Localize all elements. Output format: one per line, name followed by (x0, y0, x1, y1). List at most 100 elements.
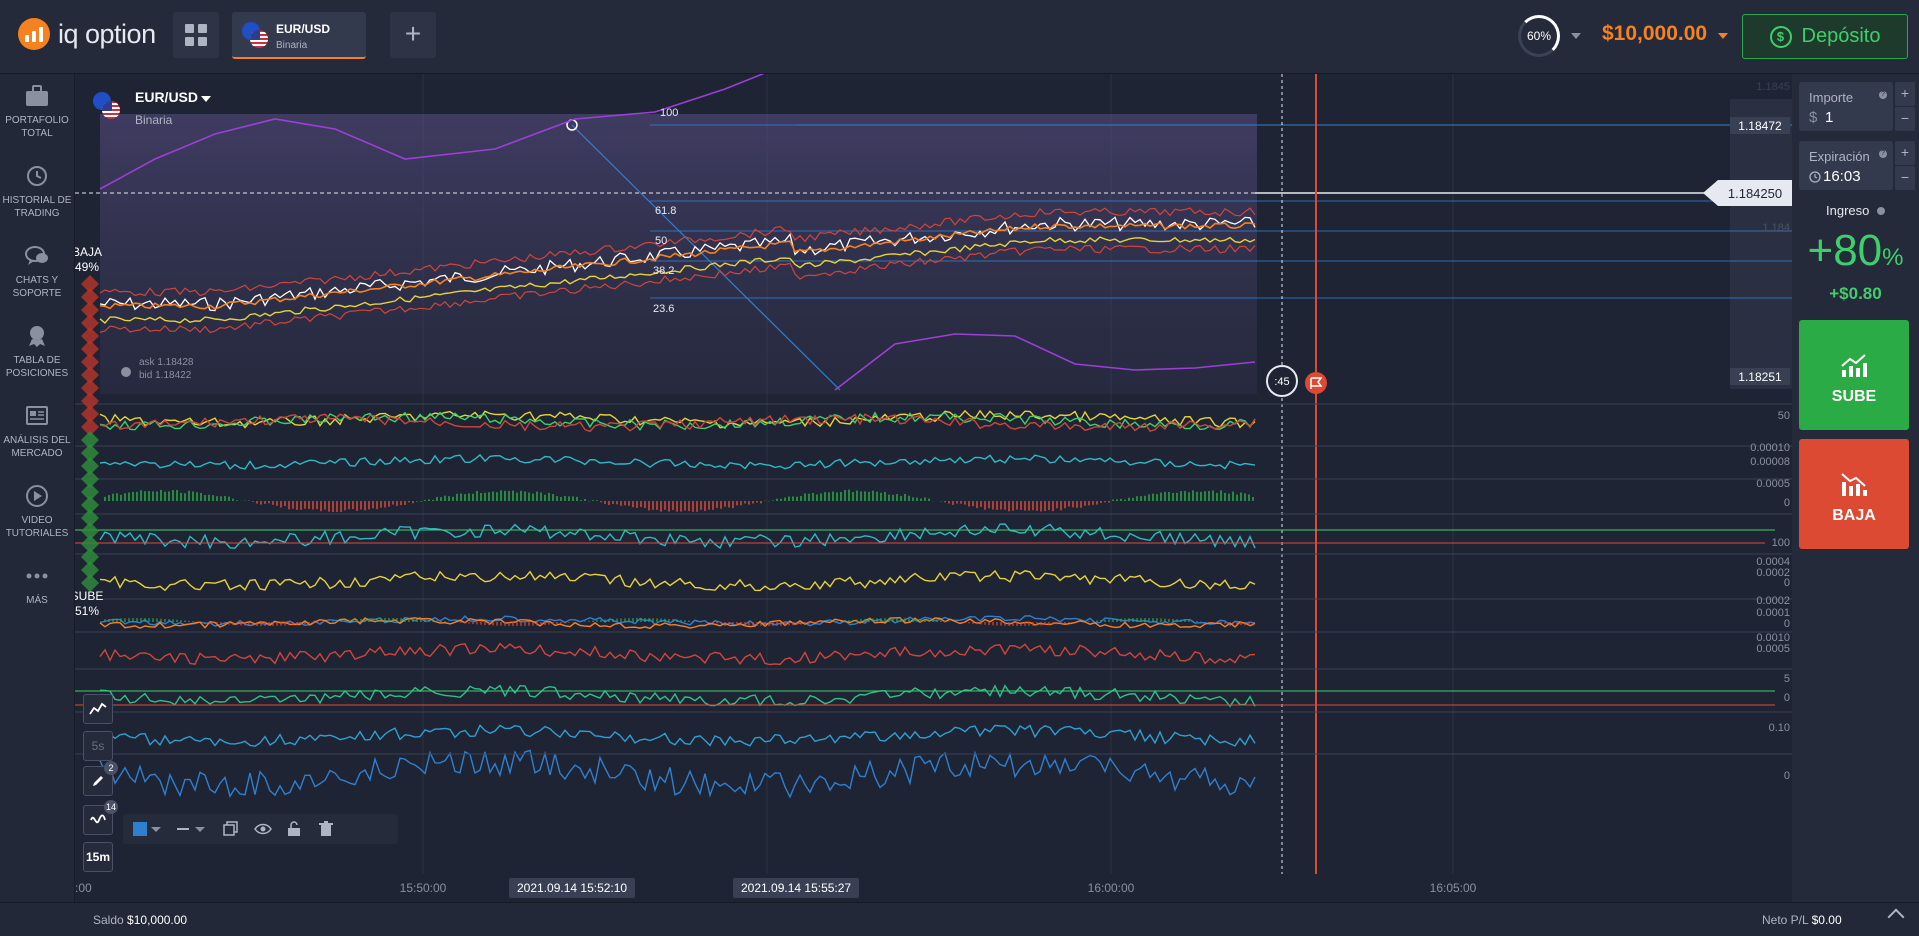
expiry-field[interactable]: Expiración ? 16:03 (1799, 141, 1893, 190)
help-icon[interactable]: ? (1879, 91, 1887, 99)
lock-icon[interactable] (287, 821, 301, 837)
indicator-axis-label: 0.00010 (1750, 442, 1790, 454)
indicator-axis-label: 0 (1784, 577, 1790, 589)
expiry-value: 16:03 (1823, 168, 1861, 185)
expiry-increment-button[interactable]: + (1895, 141, 1915, 165)
fib-level-label: 50 (655, 235, 667, 247)
timeframe-small-button[interactable]: 5s (83, 731, 113, 761)
chevron-up-icon[interactable] (1887, 908, 1905, 926)
left-sidebar: PORTAFOLIO TOTAL HISTORIAL DE TRADING CH… (0, 74, 75, 902)
payout-value: +80 (1807, 226, 1883, 275)
time-marker-end[interactable]: 2021.09.14 15:55:27 (733, 878, 860, 898)
clock-icon (1809, 171, 1821, 183)
time-axis-label: 16:00:00 (1088, 881, 1135, 895)
color-dropdown-icon[interactable] (151, 827, 161, 832)
indicator-axis-label: 0 (1784, 692, 1790, 704)
amount-field[interactable]: Importe ? $ 1 (1799, 82, 1893, 131)
sidebar-item-market-analysis[interactable]: ANÁLISIS DEL MERCADO (0, 404, 74, 460)
brand-logo[interactable]: iq option (18, 18, 156, 50)
price-label-low: 1.18251 (1730, 368, 1790, 385)
trade-panel: Importe ? $ 1 + − Expiración ? 16:03 + −… (1792, 74, 1919, 902)
indicator-axis-label: 50 (1778, 410, 1790, 422)
amount-label: Importe (1809, 90, 1854, 105)
amount-value[interactable]: 1 (1825, 109, 1833, 126)
chart-type-icon (89, 702, 107, 715)
time-axis-label: 15:50:00 (400, 881, 447, 895)
newspaper-icon (26, 406, 48, 425)
timer-dropdown-icon[interactable] (1571, 33, 1581, 39)
buy-button[interactable]: SUBE (1799, 320, 1909, 430)
indicator-line (99, 642, 1256, 666)
price-area-shade (100, 114, 1257, 394)
footer-pnl: Neto P/L $0.00 (1762, 913, 1842, 927)
balance-dropdown-icon[interactable] (1718, 33, 1728, 39)
sidebar-item-chat-support[interactable]: CHATS Y SOPORTE (0, 244, 74, 300)
line-style-button[interactable] (177, 828, 189, 830)
drawing-count-badge: 2 (104, 761, 118, 775)
indicator-axis: 500.000100.000080.000501000.00040.000200… (1750, 410, 1790, 782)
price-chart[interactable]: 500.000100.000080.000501000.00040.000200… (75, 74, 1792, 902)
expiry-label: Expiración (1809, 149, 1870, 164)
indicator-axis-label: 0.0002 (1756, 595, 1790, 607)
trend-down-icon (1841, 473, 1867, 496)
indicators-button[interactable]: 14 (83, 800, 118, 835)
indicator-axis-label: 0 (1784, 618, 1790, 630)
indicator-axis-label: 100 (1772, 537, 1790, 549)
amount-increment-button[interactable]: + (1895, 82, 1915, 106)
deposit-label: Depósito (1801, 25, 1881, 47)
sidebar-item-more[interactable]: MÁS (0, 564, 74, 607)
bid-price: bid 1.18422 (139, 370, 192, 381)
help-icon[interactable]: ? (1879, 150, 1887, 158)
sidebar-item-portfolio[interactable]: PORTAFOLIO TOTAL (0, 84, 74, 140)
indicator-axis-label: 0 (1784, 770, 1790, 782)
drawing-toolbar (123, 814, 398, 844)
drawing-tools-button[interactable]: 2 (83, 761, 118, 796)
chart-asset-type: Binaria (135, 113, 173, 127)
sell-button[interactable]: BAJA (1799, 439, 1909, 549)
timer-indicator[interactable]: 60% (1518, 15, 1560, 57)
asset-tab-name: EUR/USD (276, 22, 331, 36)
us-flag-icon (250, 30, 268, 48)
amount-decrement-button[interactable]: − (1895, 107, 1915, 131)
layout-grid-button[interactable] (173, 12, 219, 58)
sidebar-item-trading-history[interactable]: HISTORIAL DE TRADING (0, 164, 74, 220)
help-icon[interactable] (1877, 207, 1885, 215)
sidebar-item-label: ANÁLISIS DEL MERCADO (3, 435, 71, 459)
sentiment-down-pct: 49% (75, 260, 100, 274)
asset-dropdown-icon[interactable] (201, 96, 211, 102)
price-axis-faint: 1.1845 (1756, 81, 1790, 93)
briefcase-icon (26, 85, 48, 106)
indicator-axis-label: 0.0005 (1756, 478, 1790, 490)
time-axis-label: 16:05:00 (1430, 881, 1477, 895)
indicator-line (99, 523, 1256, 550)
time-marker-start[interactable]: 2021.09.14 15:52:10 (509, 878, 636, 898)
indicator-axis-label: 5 (1784, 673, 1790, 685)
eye-icon[interactable] (254, 821, 272, 837)
copy-icon[interactable] (223, 821, 239, 837)
price-low-text: 1.18251 (1738, 370, 1782, 384)
line-style-dropdown-icon[interactable] (195, 827, 205, 832)
chart-type-button[interactable] (83, 694, 113, 724)
sidebar-item-label: PORTAFOLIO TOTAL (5, 115, 69, 139)
trash-icon[interactable] (319, 821, 333, 837)
sentiment-diamond (81, 574, 99, 592)
footer-pnl-value: $0.00 (1811, 913, 1842, 927)
trophy-icon (29, 326, 45, 347)
expiry-decrement-button[interactable]: − (1895, 166, 1915, 190)
asset-tab[interactable]: EUR/USD Binaria (232, 12, 366, 59)
footer-balance: Saldo $10,000.00 (93, 913, 187, 927)
deposit-button[interactable]: $ Depósito (1742, 14, 1908, 59)
info-icon[interactable] (121, 367, 131, 377)
sidebar-item-label: TABLA DE POSICIONES (5, 355, 69, 379)
color-swatch[interactable] (133, 822, 147, 836)
sidebar-item-video-tutorials[interactable]: VIDEO TUTORIALES (0, 484, 74, 540)
chart-area[interactable]: 50 0.00010 0.00008 0.0005 0 100 0.0004 0.0002 0 0… (75, 74, 1792, 902)
sentiment-bar (81, 275, 99, 592)
timeframe-button[interactable]: 15m (83, 842, 113, 872)
account-balance[interactable]: $10,000.00 (1602, 22, 1707, 46)
chart-asset-title[interactable]: EUR/USD (135, 89, 198, 105)
sidebar-item-leaderboard[interactable]: TABLA DE POSICIONES (0, 324, 74, 380)
add-asset-button[interactable]: + (390, 12, 436, 58)
price-label-high: 1.18472 (1730, 117, 1790, 134)
sidebar-item-label: VIDEO TUTORIALES (5, 515, 69, 539)
